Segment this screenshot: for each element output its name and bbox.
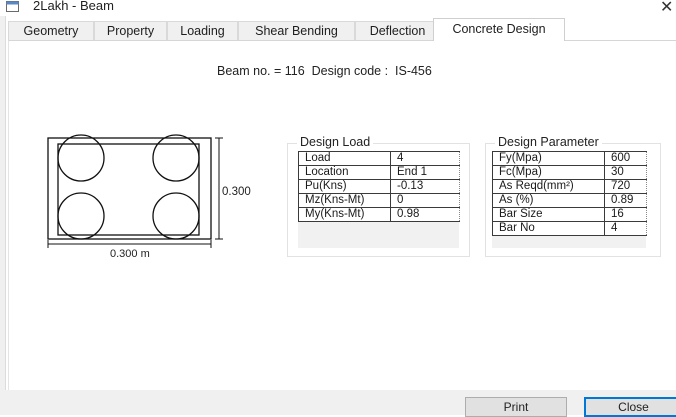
design-load-label: Mz(Kns-Mt) [298,193,391,208]
design-load-value[interactable]: -0.13 [390,179,460,194]
design-load-value[interactable]: 0.98 [390,207,460,222]
design-parameter-value[interactable]: 16 [604,207,647,222]
design-load-value[interactable]: End 1 [390,165,460,180]
tab-deflection[interactable]: Deflection [355,21,440,40]
table-row[interactable]: Fy(Mpa) 600 [492,151,647,166]
design-load-title: Design Load [297,135,374,149]
rebar-bottom-right [152,192,200,240]
tab-loading[interactable]: Loading [167,21,238,40]
design-load-label: My(Kns-Mt) [298,207,391,222]
title-bar: 2Lakh - Beam ✕ [0,0,676,16]
design-load-value[interactable]: 4 [390,151,460,166]
design-parameter-value[interactable]: 600 [604,151,647,166]
tab-concrete-design[interactable]: Concrete Design [433,18,565,41]
design-parameter-table: Fy(Mpa) 600 Fc(Mpa) 30 As Reqd(mm²) 720 … [492,151,647,236]
section-outer-outline [47,137,212,240]
section-height-label: 0.300 [222,186,251,198]
design-load-value[interactable]: 0 [390,193,460,208]
design-parameter-label: As Reqd(mm²) [492,179,605,194]
design-parameter-value[interactable]: 30 [604,165,647,180]
table-row[interactable]: Bar Size 16 [492,207,647,222]
design-parameter-value[interactable]: 720 [604,179,647,194]
beam-design-info: Beam no. = 116 Design code : IS-456 [217,64,432,78]
rebar-bottom-left [57,192,105,240]
design-parameter-value[interactable]: 0.89 [604,193,647,208]
close-button[interactable]: Close [584,397,676,417]
tab-property[interactable]: Property [94,21,167,40]
table-row[interactable]: Pu(Kns) -0.13 [298,179,460,194]
rebar-top-right [152,134,200,182]
section-stirrup-outline [57,143,200,236]
design-load-label: Pu(Kns) [298,179,391,194]
print-button[interactable]: Print [465,397,567,417]
table-row[interactable]: Load 4 [298,151,460,166]
design-parameter-label: Fy(Mpa) [492,151,605,166]
table-row[interactable]: Location End 1 [298,165,460,180]
table-row[interactable]: As Reqd(mm²) 720 [492,179,647,194]
table-row[interactable]: As (%) 0.89 [492,193,647,208]
window-title: 2Lakh - Beam [33,0,114,13]
design-parameter-label: Bar Size [492,207,605,222]
design-load-label: Location [298,165,391,180]
table-row[interactable]: My(Kns-Mt) 0.98 [298,207,460,222]
window-app-icon [6,1,19,12]
table-row[interactable]: Bar No 4 [492,221,647,236]
beam-section-diagram: 0.300 m [47,134,223,260]
table-row[interactable]: Mz(Kns-Mt) 0 [298,193,460,208]
design-parameter-label: Bar No [492,221,605,236]
tab-shear-bending[interactable]: Shear Bending [238,21,355,40]
table-row[interactable]: Fc(Mpa) 30 [492,165,647,180]
window-close-icon[interactable]: ✕ [660,0,673,17]
design-load-label: Load [298,151,391,166]
rebar-top-left [57,134,105,182]
tab-geometry[interactable]: Geometry [8,21,94,40]
design-parameter-label: Fc(Mpa) [492,165,605,180]
design-parameter-value[interactable]: 4 [604,221,647,236]
section-width-label: 0.300 m [110,248,150,260]
window-left-edge [0,16,6,415]
design-parameter-title: Design Parameter [495,135,602,149]
design-parameter-label: As (%) [492,193,605,208]
design-load-table: Load 4 Location End 1 Pu(Kns) -0.13 Mz(K… [298,151,460,222]
dialog-button-bar [0,390,676,415]
